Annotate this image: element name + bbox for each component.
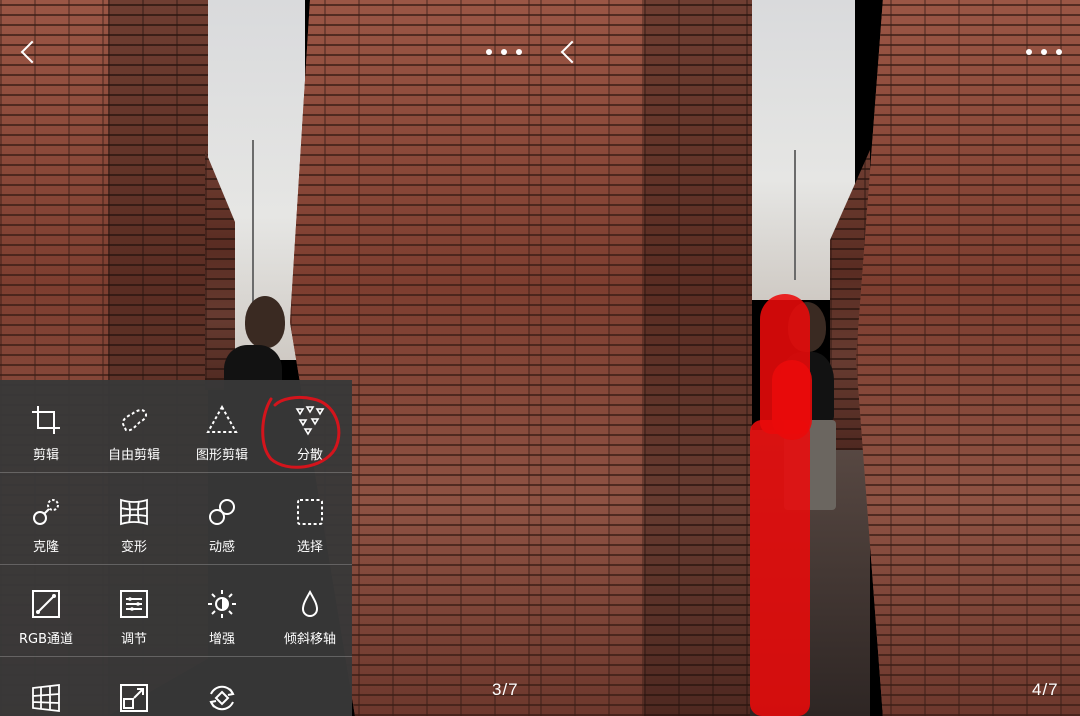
tools-row: 克隆 变形 动感 选择 — [0, 472, 352, 565]
tool-tilt-shift[interactable]: 倾斜移轴 — [268, 564, 352, 656]
triangle-shape-icon — [206, 404, 238, 433]
more-options-button[interactable] — [1026, 42, 1062, 62]
tool-label: RGB通道 — [18, 632, 74, 647]
resize-icon — [120, 684, 148, 712]
perspective-grid-icon — [32, 683, 60, 713]
brick-wall-right — [856, 0, 1080, 716]
tool-label: 剪辑 — [32, 448, 59, 463]
warp-grid-icon — [120, 498, 148, 526]
adjust-icon — [120, 590, 148, 618]
tool-adjust[interactable]: 调节 — [92, 564, 176, 656]
tool-label: 倾斜移轴 — [283, 632, 336, 647]
right-screen: 4/7 — [540, 0, 1080, 716]
tools-row — [0, 656, 352, 716]
tool-warp[interactable]: 变形 — [92, 472, 176, 564]
more-dot — [501, 49, 507, 55]
tool-label: 自由剪辑 — [107, 448, 160, 463]
back-button[interactable] — [16, 36, 46, 70]
pole — [794, 150, 796, 280]
more-dot — [1041, 49, 1047, 55]
scatter-icon — [295, 406, 325, 436]
clone-icon — [33, 499, 59, 525]
tool-label: 调节 — [120, 632, 147, 647]
tool-clone[interactable]: 克隆 — [4, 472, 88, 564]
page-indicator: 3/7 — [492, 680, 519, 699]
more-options-button[interactable] — [486, 42, 522, 62]
more-dot — [1056, 49, 1062, 55]
enhance-icon — [208, 590, 236, 618]
more-dot — [1026, 49, 1032, 55]
tool-label: 克隆 — [32, 540, 59, 555]
motion-icon — [209, 499, 235, 525]
tools-row: RGB通道 调节 增强 倾斜移轴 — [0, 564, 352, 657]
tool-perspective[interactable] — [4, 656, 88, 716]
brick-wall-left-side — [644, 0, 752, 716]
back-button[interactable] — [556, 36, 586, 70]
tool-motion[interactable]: 动感 — [180, 472, 264, 564]
tools-row: 剪辑 自由剪辑 图形剪辑 分散 — [0, 380, 352, 473]
tool-rotate[interactable] — [180, 656, 264, 716]
tool-label: 分散 — [296, 448, 323, 463]
more-dot — [486, 49, 492, 55]
freeform-cut-icon — [122, 409, 148, 432]
tool-crop[interactable]: 剪辑 — [4, 380, 88, 472]
tools-menu: 剪辑 自由剪辑 图形剪辑 分散 克隆 变形 动感 选择 RGB通道 调节 增强 … — [0, 380, 352, 716]
tool-label: 增强 — [208, 632, 235, 647]
tool-label: 变形 — [120, 540, 147, 555]
rgb-channel-icon — [32, 590, 60, 618]
tool-label: 图形剪辑 — [195, 448, 248, 463]
pole — [252, 140, 254, 320]
left-screen: 3/7 剪辑 自由剪辑 图形剪辑 分散 克隆 变形 动感 选择 RGB通道 调节… — [0, 0, 540, 716]
rotate-icon — [209, 685, 235, 711]
tool-scatter[interactable]: 分散 — [268, 380, 352, 472]
red-selection-mask — [772, 360, 812, 440]
brick-wall-left-face — [540, 0, 646, 716]
more-dot — [516, 49, 522, 55]
tool-freeform-cut[interactable]: 自由剪辑 — [92, 380, 176, 472]
tool-enhance[interactable]: 增强 — [180, 564, 264, 656]
tool-label: 动感 — [208, 540, 235, 555]
tool-rgb-channel[interactable]: RGB通道 — [4, 564, 88, 656]
tool-resize[interactable] — [92, 656, 176, 716]
tool-select[interactable]: 选择 — [268, 472, 352, 564]
tool-shape-cut[interactable]: 图形剪辑 — [180, 380, 264, 472]
red-selection-mask — [750, 420, 810, 716]
person-head — [245, 296, 285, 348]
tilt-shift-icon — [301, 589, 319, 617]
tool-label: 选择 — [296, 540, 323, 555]
selection-icon — [297, 499, 323, 525]
crop-icon — [32, 406, 60, 434]
page-indicator: 4/7 — [1032, 680, 1059, 699]
